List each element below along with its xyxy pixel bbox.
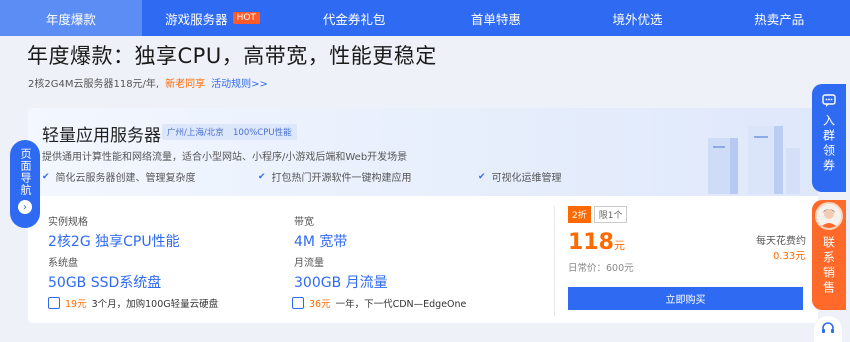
addon-checkbox[interactable] bbox=[48, 297, 60, 309]
page-title: 年度爆款：独享CPU，高带宽，性能更稳定 bbox=[27, 44, 437, 68]
contact-sales-label: 联系销售 bbox=[821, 236, 836, 296]
tab-label: 年度爆款 bbox=[45, 11, 96, 27]
chat-icon bbox=[822, 94, 836, 107]
addon-price: 36元 bbox=[309, 299, 331, 310]
tab-label: 首单特惠 bbox=[470, 11, 521, 27]
rules-link[interactable]: 活动规则>> bbox=[211, 75, 268, 90]
spec-value: 300GB 月流量 bbox=[294, 275, 388, 291]
spec-value: 4M 宽带 bbox=[294, 234, 348, 250]
divider bbox=[554, 206, 555, 316]
spec-bandwidth: 带宽 4M 宽带 bbox=[294, 213, 347, 251]
spec-traffic: 月流量 300GB 月流量 bbox=[294, 254, 388, 292]
region-tag: 广州/上海/北京 bbox=[162, 124, 229, 140]
chevron-right-icon: › bbox=[18, 200, 32, 214]
buy-now-button[interactable]: 立即购买 bbox=[568, 287, 803, 310]
server-illustration bbox=[708, 126, 800, 194]
product-card: 轻量应用服务器 广州/上海/北京 100%CPU性能 提供通用计算性能和网络流量… bbox=[28, 108, 818, 323]
daily-cost-label: 每天花费约 bbox=[756, 236, 806, 247]
join-group-tab[interactable]: 入群领券 bbox=[812, 84, 846, 192]
tab-overseas[interactable]: 境外优选 bbox=[567, 0, 709, 36]
feature-item: ✔ 打包热门开源软件一键构建应用 bbox=[258, 169, 412, 185]
tab-label: 热卖产品 bbox=[754, 11, 805, 27]
spec-value: 2核2G 独享CPU性能 bbox=[48, 234, 180, 250]
discount-badge: 2折 bbox=[568, 206, 591, 223]
badges: 2折 限1个 bbox=[568, 206, 628, 223]
addon-cdn[interactable]: 36元 一年，下一代CDN—EdgeOne bbox=[292, 296, 466, 310]
page-nav-button[interactable]: 页面导航 › bbox=[10, 140, 40, 228]
spec-instance: 实例规格 2核2G 独享CPU性能 bbox=[48, 213, 180, 251]
check-icon: ✔ bbox=[478, 171, 486, 182]
page-nav-label: 页面导航 bbox=[19, 148, 32, 196]
addon-text: 一年，下一代CDN—EdgeOne bbox=[335, 299, 467, 310]
feature-text: 打包热门开源软件一键构建应用 bbox=[271, 173, 412, 184]
feature-text: 可视化运维管理 bbox=[491, 173, 562, 184]
spec-label: 实例规格 bbox=[48, 217, 88, 228]
feature-item: ✔ 可视化运维管理 bbox=[478, 169, 562, 185]
spec-label: 月流量 bbox=[294, 258, 324, 269]
tab-annual-hot[interactable]: 年度爆款 bbox=[0, 0, 142, 36]
tab-game-server[interactable]: 游戏服务器 HOT bbox=[142, 0, 284, 36]
daily-cost-value: 0.33元 bbox=[773, 251, 806, 262]
subline: 2核2G4M云服务器118元/年, 新老同享 活动规则>> bbox=[28, 75, 268, 90]
hot-badge: HOT bbox=[232, 12, 260, 24]
addon-price: 19元 bbox=[65, 299, 87, 310]
limit-badge: 限1个 bbox=[593, 206, 628, 223]
top-nav: 年度爆款 游戏服务器 HOT 代金券礼包 首单特惠 境外优选 热卖产品 bbox=[0, 0, 850, 36]
contact-sales-tab[interactable]: 联系销售 bbox=[812, 200, 846, 310]
cpu-tag: 100%CPU性能 bbox=[228, 124, 297, 140]
avatar bbox=[815, 202, 843, 230]
tab-hot-products[interactable]: 热卖产品 bbox=[708, 0, 850, 36]
feature-text: 简化云服务器创建、管理复杂度 bbox=[55, 173, 196, 184]
tab-first-order[interactable]: 首单特惠 bbox=[425, 0, 567, 36]
subline-highlight: 新老同享 bbox=[165, 79, 206, 90]
tab-label: 境外优选 bbox=[612, 11, 663, 27]
check-icon: ✔ bbox=[258, 171, 266, 182]
feature-item: ✔ 简化云服务器创建、管理复杂度 bbox=[42, 169, 196, 185]
price-value: 118 bbox=[568, 230, 614, 255]
join-group-label: 入群领券 bbox=[821, 114, 836, 174]
check-icon: ✔ bbox=[42, 171, 50, 182]
card-header: 轻量应用服务器 广州/上海/北京 100%CPU性能 提供通用计算性能和网络流量… bbox=[28, 108, 818, 196]
headset-icon[interactable] bbox=[814, 316, 842, 342]
spec-value: 50GB SSD系统盘 bbox=[48, 275, 162, 291]
spec-label: 带宽 bbox=[294, 217, 314, 228]
product-description: 提供通用计算性能和网络流量，适合小型网站、小程序/小游戏后端和Web开发场景 bbox=[42, 152, 408, 163]
spec-label: 系统盘 bbox=[48, 258, 78, 269]
tab-label: 游戏服务器 bbox=[165, 11, 228, 27]
addon-cloud-disk[interactable]: 19元 3个月，加购100G轻量云硬盘 bbox=[48, 296, 218, 310]
spec-disk: 系统盘 50GB SSD系统盘 bbox=[48, 254, 161, 292]
tab-voucher[interactable]: 代金券礼包 bbox=[283, 0, 425, 36]
subline-text: 2核2G4M云服务器118元/年, bbox=[28, 79, 160, 90]
price: 118元 bbox=[568, 230, 625, 255]
tab-label: 代金券礼包 bbox=[322, 11, 386, 27]
addon-checkbox[interactable] bbox=[292, 297, 304, 309]
addon-text: 3个月，加购100G轻量云硬盘 bbox=[91, 299, 219, 310]
price-unit: 元 bbox=[613, 239, 625, 252]
product-title: 轻量应用服务器 bbox=[42, 126, 161, 146]
original-price: 日常价：600元 bbox=[568, 263, 634, 274]
